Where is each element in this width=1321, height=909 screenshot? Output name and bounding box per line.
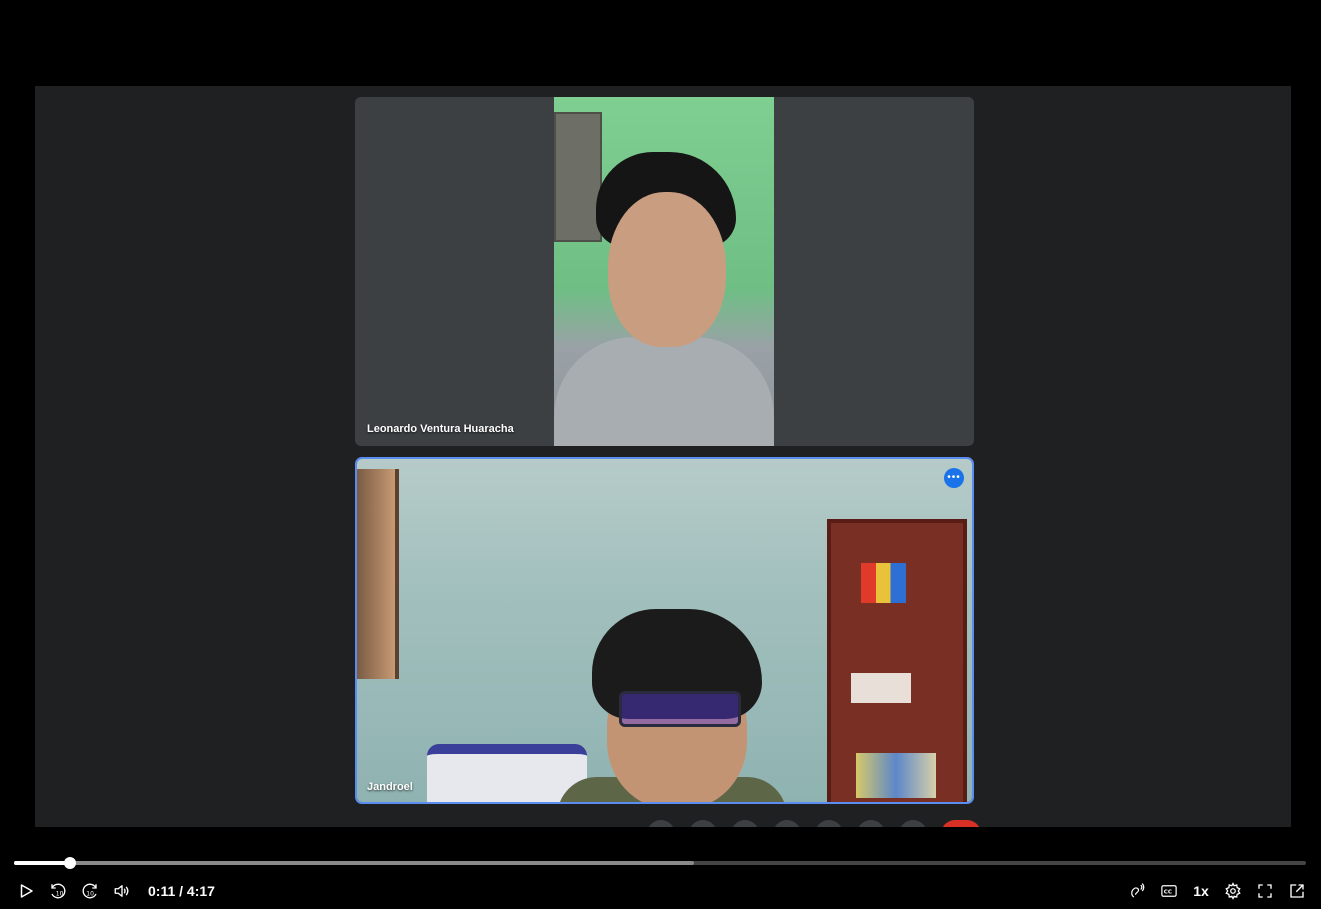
buffered-progress	[14, 861, 694, 865]
fullscreen-button[interactable]	[1253, 876, 1277, 906]
audio-description-button[interactable]	[1125, 876, 1149, 906]
seek-bar[interactable]	[14, 857, 1306, 869]
volume-button[interactable]	[110, 876, 134, 906]
participant-video-feed	[554, 97, 774, 446]
popout-button[interactable]	[1285, 876, 1309, 906]
played-progress	[14, 861, 70, 865]
svg-text:10: 10	[86, 891, 94, 898]
participant-name-label: Jandroel	[367, 781, 413, 793]
participant-tile-jandroel: ••• Jandroel	[355, 457, 974, 804]
volume-icon	[114, 885, 129, 897]
fullscreen-icon	[1258, 884, 1272, 898]
popout-icon	[1290, 884, 1304, 898]
closed-captions-icon: CC	[1161, 885, 1177, 897]
playback-speed-button[interactable]: 1x	[1189, 876, 1213, 906]
time-display: 0:11 / 4:17	[148, 883, 215, 899]
seek-handle[interactable]	[63, 857, 76, 869]
captions-button[interactable]: CC	[1157, 876, 1181, 906]
video-frame[interactable]: Leonardo Ventura Huaracha ••• Jandroel	[35, 86, 1291, 827]
meeting-controls-partial	[647, 820, 981, 827]
svg-text:CC: CC	[1164, 890, 1172, 896]
participant-video-feed	[357, 459, 972, 802]
settings-button[interactable]	[1221, 876, 1245, 906]
rewind-10-icon: 10	[51, 883, 66, 899]
gear-icon	[1225, 882, 1241, 900]
forward-10-button[interactable]: 10	[78, 876, 102, 906]
forward-10-icon: 10	[82, 883, 97, 899]
participant-name-label: Leonardo Ventura Huaracha	[367, 423, 514, 435]
player-controls: 10 10 0:11 / 4:17 CC 1x	[0, 876, 1321, 906]
rewind-10-button[interactable]: 10	[46, 876, 70, 906]
more-horizontal-icon: •••	[944, 468, 964, 488]
participant-tile-leonardo: Leonardo Ventura Huaracha	[355, 97, 974, 446]
svg-text:10: 10	[56, 891, 64, 898]
play-icon	[20, 884, 33, 898]
play-button[interactable]	[14, 876, 38, 906]
audio-description-icon	[1131, 883, 1145, 898]
